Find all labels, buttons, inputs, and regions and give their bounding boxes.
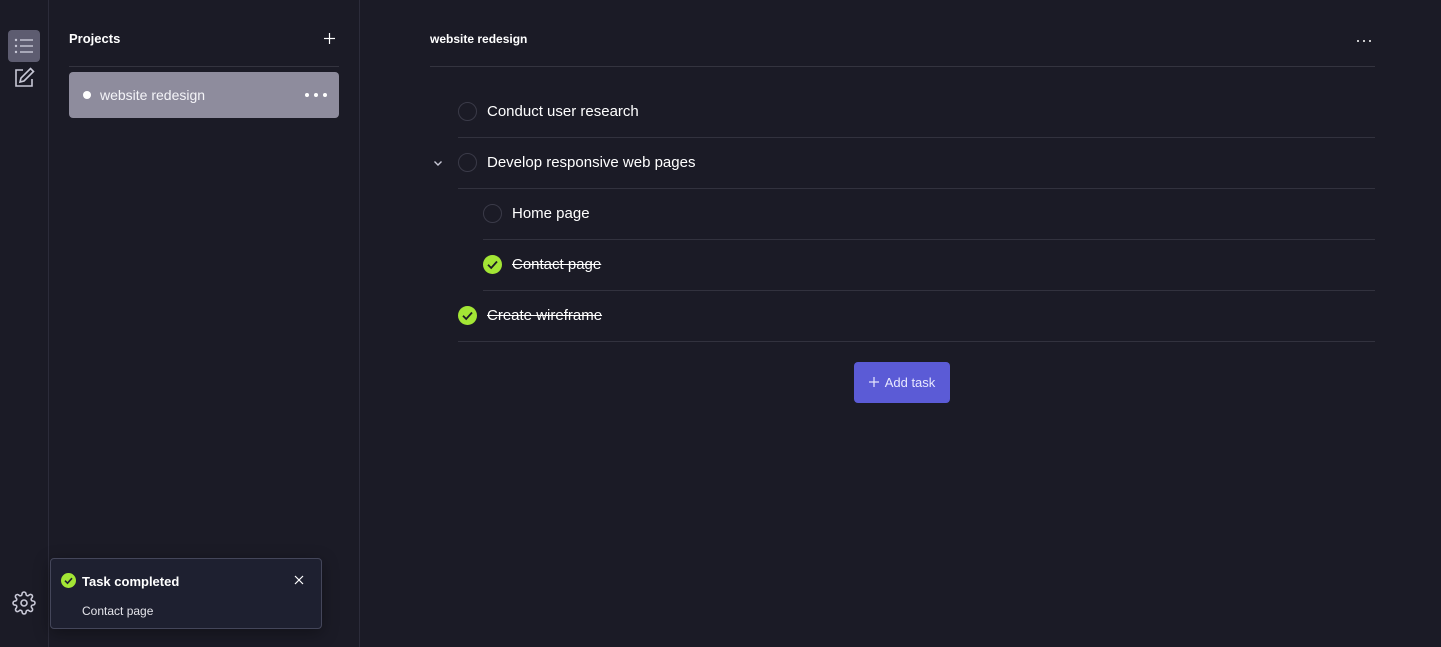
project-item-website-redesign[interactable]: website redesign (69, 72, 339, 118)
more-dots-icon (323, 93, 327, 97)
more-dots-icon (1363, 40, 1365, 42)
close-icon (293, 573, 305, 590)
task-row[interactable]: Conduct user research (458, 87, 1375, 138)
main-area: website redesign Conduct user research D… (360, 0, 1441, 647)
task-row[interactable]: Create wireframe (458, 291, 1375, 342)
page-title: website redesign (430, 32, 528, 46)
list-icon (14, 37, 34, 55)
project-options-button[interactable] (305, 88, 327, 102)
plus-icon (323, 31, 335, 49)
notes-button[interactable] (8, 62, 40, 94)
check-circle-icon (61, 573, 76, 593)
task-label: Contact page (512, 256, 602, 273)
task-checkbox-checked[interactable] (458, 306, 477, 325)
task-checkbox[interactable] (458, 153, 477, 172)
more-dots-icon (305, 93, 309, 97)
task-checkbox[interactable] (458, 102, 477, 121)
task-checkbox-checked[interactable] (483, 255, 502, 274)
task-label: Conduct user research (487, 103, 639, 120)
add-task-label: Add task (884, 375, 936, 390)
task-label: Develop responsive web pages (487, 154, 696, 171)
projects-title: Projects (69, 31, 121, 46)
more-dots-icon (1369, 40, 1371, 42)
settings-button[interactable] (8, 587, 40, 619)
task-label: Home page (512, 205, 590, 222)
project-menu-button[interactable] (1357, 36, 1371, 46)
subtask-row[interactable]: Home page (483, 189, 1375, 240)
toast-title: Task completed (82, 574, 180, 589)
plus-icon (868, 375, 879, 390)
check-circle-icon (483, 255, 502, 274)
task-label: Create wireframe (487, 307, 603, 324)
add-project-button[interactable] (319, 30, 339, 50)
projects-header: Projects (69, 0, 339, 67)
project-dot (83, 91, 91, 99)
toast-notification: Task completed Contact page (50, 558, 322, 629)
more-dots-icon (1357, 40, 1359, 42)
task-row[interactable]: Develop responsive web pages (434, 138, 1375, 189)
icon-rail (0, 0, 49, 647)
project-name: website redesign (100, 87, 206, 103)
gear-icon (12, 591, 36, 615)
projects-panel: Projects website redesign (49, 0, 360, 647)
toast-close-button[interactable] (293, 573, 307, 587)
add-task-button[interactable]: Add task (854, 362, 950, 403)
collapse-subtasks-button[interactable] (432, 156, 446, 170)
check-circle-icon (458, 306, 477, 325)
edit-icon (12, 66, 36, 90)
toast-body: Contact page (82, 604, 154, 618)
subtask-row[interactable]: Contact page (483, 240, 1375, 291)
chevron-down-icon (432, 156, 444, 173)
task-checkbox[interactable] (483, 204, 502, 223)
list-view-button[interactable] (8, 30, 40, 62)
main-header: website redesign (430, 0, 1375, 67)
more-dots-icon (314, 93, 318, 97)
